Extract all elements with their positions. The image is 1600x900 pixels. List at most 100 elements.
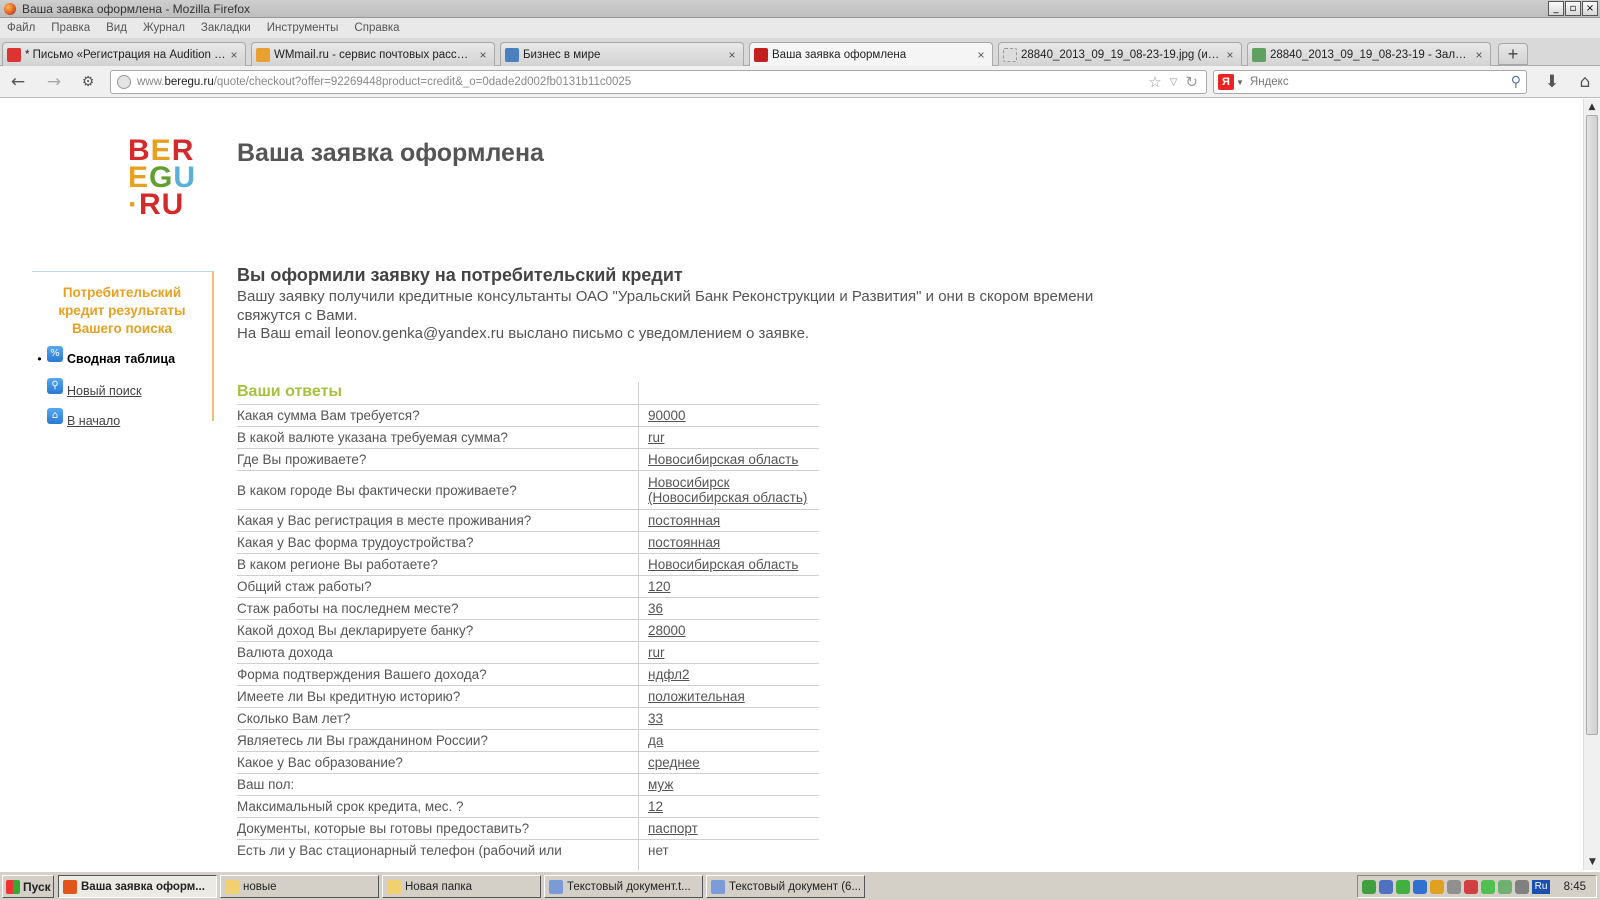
menu-edit[interactable]: Правка <box>51 22 90 34</box>
url-bar[interactable]: www.beregu.ru/quote/checkout?offer=92269… <box>110 70 1207 94</box>
menu-tools[interactable]: Инструменты <box>267 22 339 34</box>
question-cell: Какой доход Вы декларируете банку? <box>237 619 638 642</box>
taskbar: Пуск Ваша заявка оформ... новые Новая па… <box>0 871 1600 900</box>
tab-label: WMmail.ru - сервис почтовых рассылок... <box>274 48 476 61</box>
start-button[interactable]: Пуск <box>2 875 54 898</box>
navigation-bar: ← → ⚙ www.beregu.ru/quote/checkout?offer… <box>0 66 1600 98</box>
chevron-down-icon[interactable]: ▼ <box>1236 78 1244 87</box>
bookmark-star-icon[interactable]: ☆ <box>1148 73 1161 91</box>
tray-app-icon[interactable] <box>1498 879 1512 894</box>
tab-image[interactable]: 28840_2013_09_19_08-23-19.jpg (изоб... × <box>998 42 1242 66</box>
close-tab-icon[interactable]: × <box>1223 48 1237 62</box>
sidebar-item-new-search[interactable]: ⚲ Новый поиск <box>32 378 141 404</box>
close-tab-icon[interactable]: × <box>227 48 241 62</box>
answer-link[interactable]: 28000 <box>648 623 686 638</box>
answer-link[interactable]: rur <box>648 430 665 445</box>
tab-beregu[interactable]: Ваша заявка оформлена × <box>749 42 993 67</box>
tray-app-icon[interactable] <box>1515 879 1529 894</box>
language-indicator[interactable]: Ru <box>1532 879 1550 894</box>
page-title: Ваша заявка оформлена <box>237 139 544 167</box>
search-input[interactable] <box>1249 76 1511 88</box>
url-text[interactable]: www.beregu.ru/quote/checkout?offer=92269… <box>137 76 1148 88</box>
answer-link[interactable]: 90000 <box>648 408 686 423</box>
tray-app-icon[interactable] <box>1430 879 1444 894</box>
taskbar-item-folder-new-folder[interactable]: Новая папка <box>382 875 541 898</box>
answer-link[interactable]: паспорт <box>648 821 698 836</box>
sidebar-item-label[interactable]: Сводная таблица <box>67 352 175 366</box>
scrollbar-thumb[interactable] <box>1586 115 1598 735</box>
menu-view[interactable]: Вид <box>106 22 127 34</box>
taskbar-item-folder-new[interactable]: новые <box>220 875 379 898</box>
search-icon[interactable]: ⚲ <box>1511 74 1521 90</box>
forward-icon[interactable]: → <box>44 72 64 92</box>
answer-link[interactable]: муж <box>648 777 673 792</box>
answer-link[interactable]: 33 <box>648 711 663 726</box>
question-cell: Общий стаж работы? <box>237 575 638 598</box>
answer-link[interactable]: 120 <box>648 579 671 594</box>
table-row: Общий стаж работы? 120 <box>237 575 819 598</box>
sidebar-item-label[interactable]: В начало <box>67 414 120 428</box>
history-dropdown-icon[interactable]: ▽ <box>1170 77 1178 88</box>
answer-link[interactable]: постоянная <box>648 535 720 550</box>
download-icon[interactable]: ⬇ <box>1542 72 1562 92</box>
answer-link: нет <box>648 843 669 859</box>
tab-upload[interactable]: 28840_2013_09_19_08-23-19 - Заливка... × <box>1247 42 1491 66</box>
menu-history[interactable]: Журнал <box>143 22 185 34</box>
minimize-button[interactable]: _ <box>1548 1 1564 16</box>
close-button[interactable]: × <box>1582 1 1598 16</box>
answer-link[interactable]: постоянная <box>648 513 720 528</box>
answer-cell: rur <box>638 641 819 664</box>
tray-app-icon[interactable] <box>1396 879 1410 894</box>
pages-icon[interactable]: ⚙ <box>78 72 98 92</box>
scroll-down-icon[interactable]: ▼ <box>1584 854 1600 870</box>
taskbar-item-text-doc-2[interactable]: Текстовый документ (6... <box>706 875 865 898</box>
tab-business[interactable]: Бизнес в мире × <box>500 42 744 66</box>
vertical-scrollbar[interactable]: ▲ ▼ <box>1583 99 1600 870</box>
new-tab-button[interactable]: + <box>1498 43 1528 65</box>
answer-link[interactable]: Новосибирск (Новосибирская область) <box>648 475 807 505</box>
logo-letter: U <box>161 188 185 221</box>
sidebar-item-home[interactable]: ⌂ В начало <box>32 408 120 434</box>
answer-link[interactable]: Новосибирская область <box>648 557 798 572</box>
sidebar-item-summary[interactable]: • % Сводная таблица <box>32 346 175 372</box>
beregu-logo[interactable]: BER EGU ·RU <box>128 136 220 221</box>
site-identity-icon[interactable] <box>117 75 131 89</box>
reload-icon[interactable]: ↻ <box>1185 73 1198 91</box>
search-bar[interactable]: Я ▼ ⚲ <box>1213 70 1527 94</box>
tab-label: 28840_2013_09_19_08-23-19.jpg (изоб... <box>1021 48 1223 61</box>
tab-mail[interactable]: * Письмо «Регистрация на Audition 2» ...… <box>2 42 246 66</box>
answer-link[interactable]: Новосибирская область <box>648 452 798 467</box>
taskbar-item-text-doc-1[interactable]: Текстовый документ.t... <box>544 875 703 898</box>
answer-link[interactable]: 12 <box>648 799 663 814</box>
yandex-icon[interactable]: Я <box>1218 74 1234 90</box>
close-tab-icon[interactable]: × <box>476 48 490 62</box>
menu-file[interactable]: Файл <box>7 22 35 34</box>
tray-app-icon[interactable] <box>1379 879 1393 894</box>
tray-app-icon[interactable] <box>1413 879 1427 894</box>
menu-help[interactable]: Справка <box>354 22 399 34</box>
tab-wmmail[interactable]: WMmail.ru - сервис почтовых рассылок... … <box>251 42 495 66</box>
close-tab-icon[interactable]: × <box>1472 48 1486 62</box>
sidebar-item-label[interactable]: Новый поиск <box>67 384 141 398</box>
sidebar-title: Потребительский кредит результаты Вашего… <box>58 285 186 336</box>
answer-link[interactable]: среднее <box>648 755 700 770</box>
maximize-button[interactable]: ▫ <box>1565 1 1581 16</box>
scroll-up-icon[interactable]: ▲ <box>1584 99 1600 115</box>
taskbar-item-firefox[interactable]: Ваша заявка оформ... <box>58 875 217 898</box>
question-cell: Есть ли у Вас стационарный телефон (рабо… <box>237 839 638 862</box>
tray-app-icon[interactable] <box>1464 879 1478 894</box>
answer-link[interactable]: да <box>648 733 663 748</box>
tray-app-icon[interactable] <box>1447 879 1461 894</box>
question-cell: Документы, которые вы готовы предоставит… <box>237 817 638 840</box>
home-icon[interactable]: ⌂ <box>1575 72 1595 92</box>
tray-app-icon[interactable] <box>1362 879 1376 894</box>
answer-link[interactable]: ндфл2 <box>648 667 690 682</box>
close-tab-icon[interactable]: × <box>974 48 988 62</box>
answer-link[interactable]: rur <box>648 645 665 660</box>
close-tab-icon[interactable]: × <box>725 48 739 62</box>
tray-app-icon[interactable] <box>1481 879 1495 894</box>
back-icon[interactable]: ← <box>8 72 28 92</box>
answer-link[interactable]: 36 <box>648 601 663 616</box>
answer-link[interactable]: положительная <box>648 689 745 704</box>
menu-bookmarks[interactable]: Закладки <box>201 22 251 34</box>
